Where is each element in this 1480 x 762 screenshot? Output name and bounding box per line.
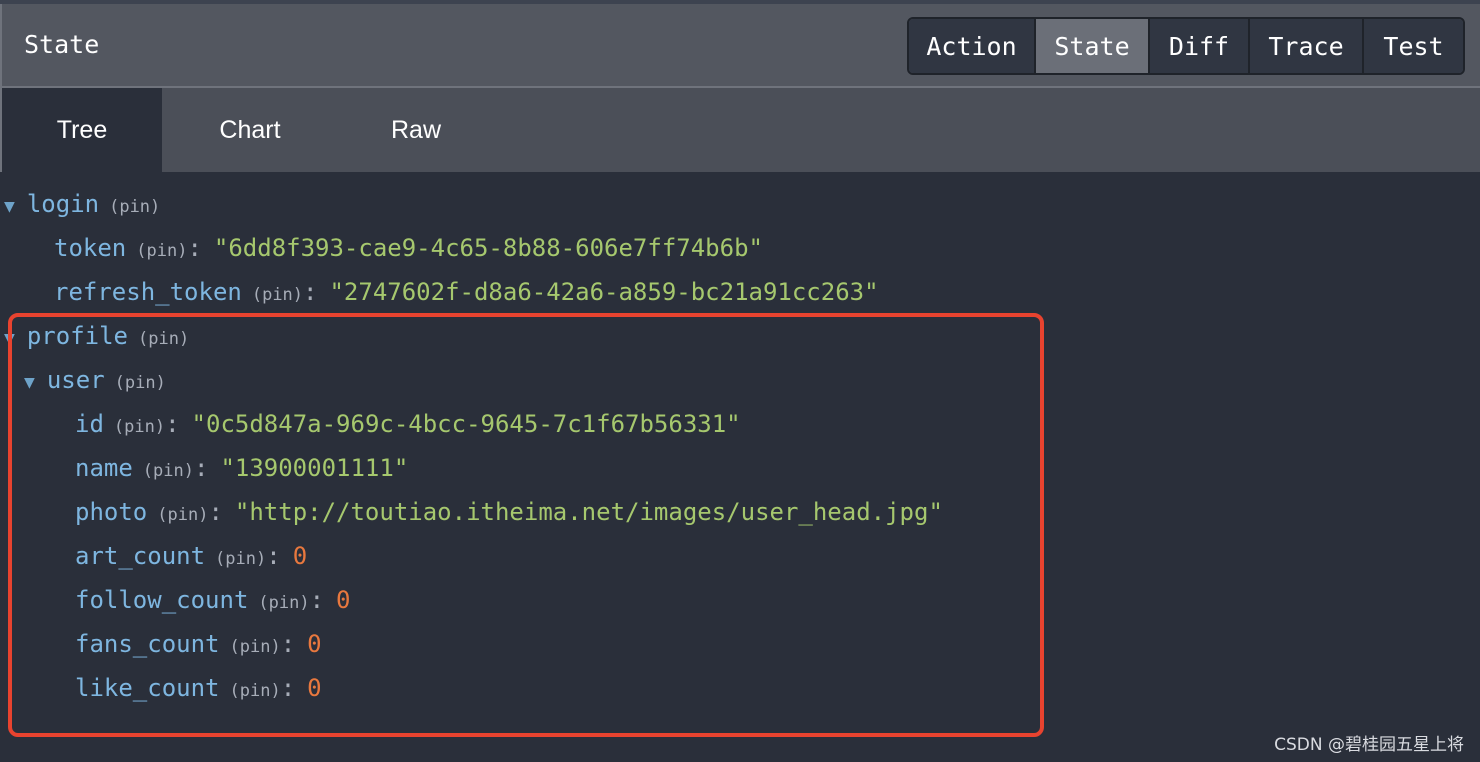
monitor-title: State xyxy=(24,30,100,59)
tab-tree[interactable]: Tree xyxy=(2,88,162,172)
test-button[interactable]: Test xyxy=(1364,19,1463,73)
watermark: CSDN @碧桂园五星上将 xyxy=(1274,735,1464,755)
diff-button[interactable]: Diff xyxy=(1150,19,1250,73)
expand-arrow-icon[interactable]: ▼ xyxy=(4,196,15,217)
tab-chart[interactable]: Chart xyxy=(162,88,338,172)
tree-node-login[interactable]: ▼ login (pin) xyxy=(4,190,160,230)
monitor-switcher: Action State Diff Trace Test xyxy=(907,17,1465,75)
colon: : xyxy=(303,278,318,306)
action-button[interactable]: Action xyxy=(909,19,1036,73)
colon: : xyxy=(187,234,202,262)
node-value: "6dd8f393-cae9-4c65-8b88-606e7ff74b6b" xyxy=(213,234,763,262)
pin-link[interactable]: (pin) xyxy=(252,285,303,305)
pin-link[interactable]: (pin) xyxy=(109,197,160,217)
tree-node-refresh-token: refresh_token (pin): "2747602f-d8a6-42a6… xyxy=(54,278,879,318)
annotation-highlight-box xyxy=(8,313,1044,737)
node-key: token xyxy=(54,234,127,262)
state-button[interactable]: State xyxy=(1036,19,1150,73)
node-key: refresh_token xyxy=(54,278,242,306)
tab-raw[interactable]: Raw xyxy=(338,88,494,172)
trace-button[interactable]: Trace xyxy=(1250,19,1364,73)
node-value: "2747602f-d8a6-42a6-a859-bc21a91cc263" xyxy=(329,278,879,306)
node-key: login xyxy=(26,190,100,218)
monitor-header: State Action State Diff Trace Test xyxy=(0,4,1480,88)
tree-node-token: token (pin): "6dd8f393-cae9-4c65-8b88-60… xyxy=(54,234,763,274)
pin-link[interactable]: (pin) xyxy=(136,241,187,261)
view-tabs: Tree Chart Raw xyxy=(0,88,1480,172)
